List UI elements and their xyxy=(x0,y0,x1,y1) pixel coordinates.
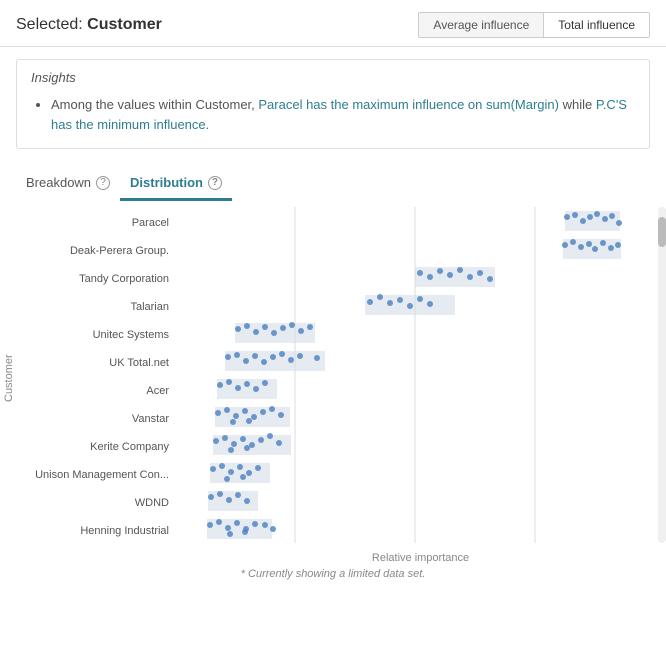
row-label-uktotal: UK Total.net xyxy=(109,349,175,377)
title-value: Customer xyxy=(87,16,162,33)
row-label-henning: Henning Industrial xyxy=(80,517,175,545)
row-labels: Paracel Deak-Perera Group. Tandy Corpora… xyxy=(20,207,175,550)
tab-breakdown-label: Breakdown xyxy=(26,175,91,190)
avg-influence-btn[interactable]: Average influence xyxy=(419,13,544,37)
chart-container: Customer Paracel Deak-Perera Group. Tand… xyxy=(0,201,666,550)
tab-breakdown[interactable]: Breakdown ? xyxy=(16,169,120,201)
footnote: * Currently showing a limited data set. xyxy=(0,566,666,588)
insight-text-1: Among the values within Customer, xyxy=(51,97,258,112)
insight-text-2: while xyxy=(559,97,596,112)
breakdown-help-icon[interactable]: ? xyxy=(96,176,110,190)
tab-bar: Breakdown ? Distribution ? xyxy=(0,161,666,201)
x-axis-label: Relative importance xyxy=(0,550,666,566)
chart-svg-area xyxy=(175,207,666,550)
row-label-unison: Unison Management Con... xyxy=(35,461,175,489)
bar-wdnd xyxy=(208,491,258,511)
row-label-tandy: Tandy Corporation xyxy=(79,265,175,293)
title-prefix: Selected: xyxy=(16,16,87,33)
distribution-help-icon[interactable]: ? xyxy=(208,176,222,190)
row-label-vanstar: Vanstar xyxy=(132,405,175,433)
insight-highlight-1: Paracel has the maximum influence on sum… xyxy=(258,97,559,112)
distribution-chart xyxy=(175,207,635,547)
page-header: Selected: Customer Average influence Tot… xyxy=(0,0,666,47)
scrollbar-thumb[interactable] xyxy=(658,217,666,247)
tab-distribution-label: Distribution xyxy=(130,175,203,190)
total-influence-btn[interactable]: Total influence xyxy=(544,13,649,37)
row-label-paracel: Paracel xyxy=(132,209,175,237)
y-axis-label: Customer xyxy=(0,207,18,550)
insights-box: Insights Among the values within Custome… xyxy=(16,59,650,149)
row-label-kerite: Kerite Company xyxy=(90,433,175,461)
influence-toggle: Average influence Total influence xyxy=(418,12,650,38)
row-label-talarian: Talarian xyxy=(130,293,175,321)
page-title: Selected: Customer xyxy=(16,16,162,34)
tab-distribution[interactable]: Distribution ? xyxy=(120,169,232,201)
row-label-unitec: Unitec Systems xyxy=(93,321,175,349)
insights-list: Among the values within Customer, Parace… xyxy=(31,95,635,134)
row-label-acer: Acer xyxy=(146,377,175,405)
bar-uktotal xyxy=(225,351,325,371)
insight-item: Among the values within Customer, Parace… xyxy=(51,95,635,134)
row-label-deak: Deak-Perera Group. xyxy=(70,237,175,265)
row-label-wdnd: WDND xyxy=(135,489,175,517)
scrollbar-track[interactable] xyxy=(658,207,666,543)
insights-label: Insights xyxy=(31,70,635,85)
